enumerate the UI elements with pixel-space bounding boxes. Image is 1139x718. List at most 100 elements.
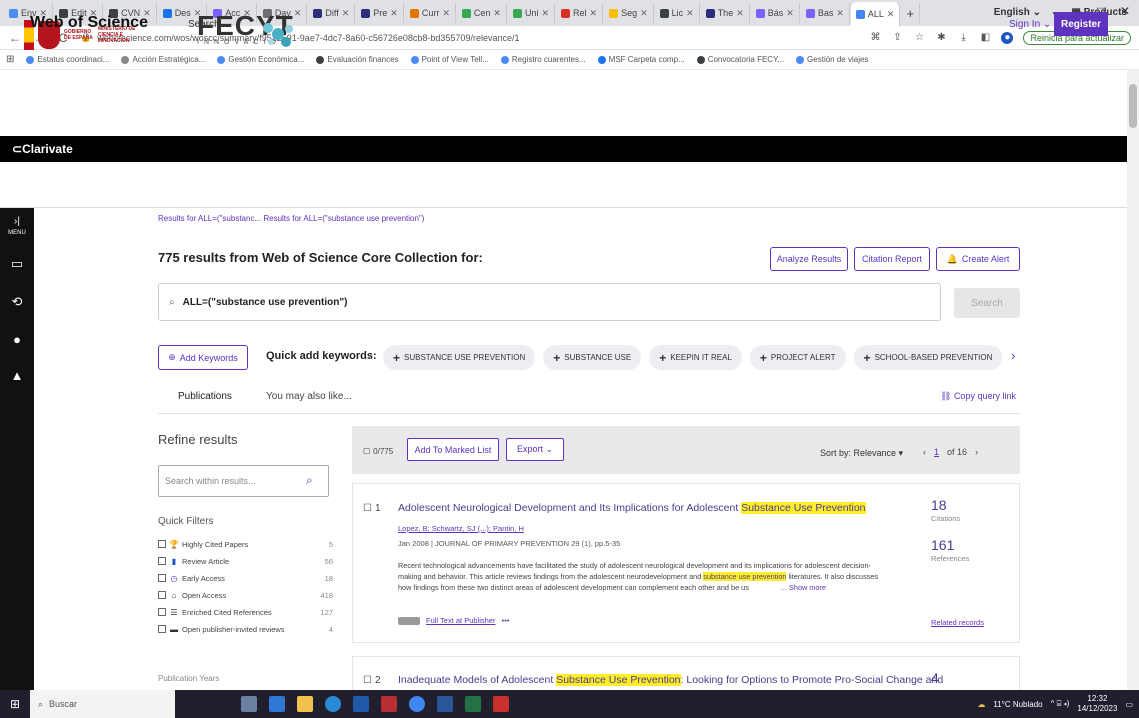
browser-tab[interactable]: Bás ✕ [751, 3, 800, 23]
bookmark-item[interactable]: Convocatoria FECY... [696, 55, 784, 64]
quick-filter-item[interactable]: ☰ Enriched Cited References 127 [158, 606, 333, 618]
citation-report-button[interactable]: Citation Report [854, 247, 930, 271]
checkbox-icon[interactable] [158, 608, 166, 616]
keyword-chip[interactable]: + SUBSTANCE USE [543, 345, 642, 370]
tray-icons[interactable]: ^ ⌸ ◂) [1051, 699, 1070, 709]
bookmark-item[interactable]: Estatus coordinaci... [26, 55, 109, 64]
bookmark-item[interactable]: Acción Estratégica... [121, 55, 205, 64]
new-tab-button[interactable]: + [901, 3, 921, 23]
close-tab-icon[interactable]: ✕ [541, 8, 549, 19]
browser-tab[interactable]: Uni ✕ [508, 3, 555, 23]
back-icon[interactable]: ← [8, 31, 22, 45]
close-tab-icon[interactable]: ✕ [640, 8, 648, 19]
record-authors[interactable]: Lopez, B; Schwartz, SJ (...); Pantin, H [398, 524, 524, 533]
close-tab-icon[interactable]: ✕ [493, 8, 501, 19]
close-tab-icon[interactable]: ✕ [390, 8, 398, 19]
copy-query-link[interactable]: ⛓ Copy query link [940, 391, 1016, 402]
apps-icon[interactable]: ⊞ [6, 54, 14, 65]
add-to-marked-list-button[interactable]: Add To Marked List [407, 438, 499, 461]
browser-tab[interactable]: Bas ✕ [801, 3, 850, 23]
tab-you-may-also-like[interactable]: You may also like... [266, 391, 352, 402]
download-icon[interactable]: ⤓ [957, 32, 969, 44]
checkbox-icon[interactable] [158, 574, 166, 582]
record-source[interactable]: Jan 2008 | JOURNAL OF PRIMARY PREVENTION… [398, 539, 620, 548]
browser-tab[interactable]: Lic ✕ [655, 3, 700, 23]
sort-select[interactable]: Sort by: Relevance ▾ [820, 448, 903, 459]
checkbox-icon[interactable] [158, 625, 166, 633]
outlook-icon[interactable] [353, 696, 369, 712]
chevron-left-icon[interactable]: ‹ [368, 349, 372, 363]
sign-in-menu[interactable]: Sign In ⌄ [1009, 19, 1051, 30]
record-checkbox[interactable]: ☐ 1 [363, 503, 381, 514]
export-button[interactable]: Export ⌄ [506, 438, 564, 461]
chevron-right-icon[interactable]: › [1011, 348, 1015, 363]
tab-publications[interactable]: Publications [178, 391, 232, 402]
search-icon[interactable]: ⌕ [306, 473, 313, 488]
bookmark-item[interactable]: Gestión Económica... [217, 55, 304, 64]
bookmark-item[interactable]: Point of View Tell... [410, 55, 489, 64]
select-all-checkbox[interactable]: ☐ 0/775 [363, 447, 393, 456]
close-tab-icon[interactable]: ✕ [590, 8, 598, 19]
page-scrollbar[interactable] [1127, 70, 1139, 690]
folder-icon[interactable]: ▭ [0, 256, 34, 272]
expand-menu-icon[interactable]: ›| [0, 216, 34, 227]
breadcrumb[interactable]: Results for ALL=("substanc... Results fo… [158, 214, 424, 223]
bookmark-item[interactable]: Registro cuarentes... [500, 55, 586, 64]
scrollbar-thumb[interactable] [1129, 84, 1137, 128]
close-tab-icon[interactable]: ✕ [836, 8, 844, 19]
quick-filter-item[interactable]: ▮ Review Article 56 [158, 555, 333, 567]
close-tab-icon[interactable]: ✕ [887, 9, 895, 20]
search-nav-link[interactable]: Search [188, 19, 220, 30]
close-tab-icon[interactable]: ✕ [736, 8, 744, 19]
alert-bell-icon[interactable]: ▲ [0, 368, 34, 383]
bookmark-item[interactable]: Evaluación finances [316, 55, 399, 64]
edge-icon[interactable] [325, 696, 341, 712]
translate-icon[interactable]: ⌘ [869, 32, 881, 44]
quick-filter-item[interactable]: ◷ Early Access 18 [158, 572, 333, 584]
powerpoint-icon[interactable] [381, 696, 397, 712]
weather-text[interactable]: 11°C Nublado [993, 700, 1042, 709]
user-icon[interactable]: ● [0, 332, 34, 347]
related-records-link[interactable]: Related records [931, 618, 984, 627]
close-tab-icon[interactable]: ✕ [686, 8, 694, 19]
query-input[interactable]: ⌕ ALL=("substance use prevention") [158, 283, 941, 321]
windows-start-icon[interactable]: ⊞ [0, 697, 30, 711]
close-tab-icon[interactable]: ✕ [786, 8, 794, 19]
notifications-icon[interactable]: ▭ [1125, 700, 1133, 709]
quick-filter-item[interactable]: ⌂ Open Access 418 [158, 589, 333, 601]
checkbox-icon[interactable] [158, 591, 166, 599]
query-search-button[interactable]: Search [954, 288, 1020, 318]
file-explorer-icon[interactable] [297, 696, 313, 712]
clock[interactable]: 12:32 14/12/2023 [1077, 694, 1117, 714]
checkbox-icon[interactable] [158, 557, 166, 565]
sidepanel-icon[interactable]: ◧ [979, 32, 991, 44]
citations-count[interactable]: 4 [931, 670, 939, 686]
next-page-icon[interactable]: › [975, 447, 978, 457]
browser-tab[interactable]: Seg ✕ [604, 3, 654, 23]
create-alert-button[interactable]: 🔔 Create Alert [936, 247, 1020, 271]
keyword-chip[interactable]: + PROJECT ALERT [749, 345, 846, 370]
clarivate-logo[interactable]: ⊂Clarivate [12, 142, 73, 156]
bookmark-item[interactable]: MSF Carpeta comp... [597, 55, 685, 64]
prev-page-icon[interactable]: ‹ [923, 447, 926, 457]
page-number-input[interactable]: 1 [934, 447, 939, 457]
history-icon[interactable]: ⟲ [0, 294, 34, 310]
task-view-icon[interactable] [241, 696, 257, 712]
quick-filter-item[interactable]: ▬ Open publisher-invited reviews 4 [158, 623, 333, 635]
extensions-icon[interactable]: ✱ [935, 32, 947, 44]
close-tab-icon[interactable]: ✕ [294, 8, 302, 19]
keyword-chip[interactable]: + SUBSTANCE USE PREVENTION [383, 345, 536, 370]
word-icon[interactable] [437, 696, 453, 712]
chrome-icon[interactable] [409, 696, 425, 712]
browser-tab[interactable]: Cen ✕ [457, 3, 507, 23]
register-button[interactable]: Register [1054, 12, 1108, 36]
keyword-chip[interactable]: + KEEPIN IT REAL [649, 345, 742, 370]
checkbox-icon[interactable] [158, 540, 166, 548]
profile-icon[interactable]: ● [1001, 31, 1014, 44]
browser-tab[interactable]: Curr ✕ [405, 3, 456, 23]
add-keywords-button[interactable]: ⊕ Add Keywords [158, 345, 248, 370]
close-tab-icon[interactable]: ✕ [442, 8, 450, 19]
keyword-chip[interactable]: + SCHOOL-BASED PREVENTION [853, 345, 1003, 370]
excel-icon[interactable] [465, 696, 481, 712]
browser-tab[interactable]: The ✕ [701, 3, 750, 23]
